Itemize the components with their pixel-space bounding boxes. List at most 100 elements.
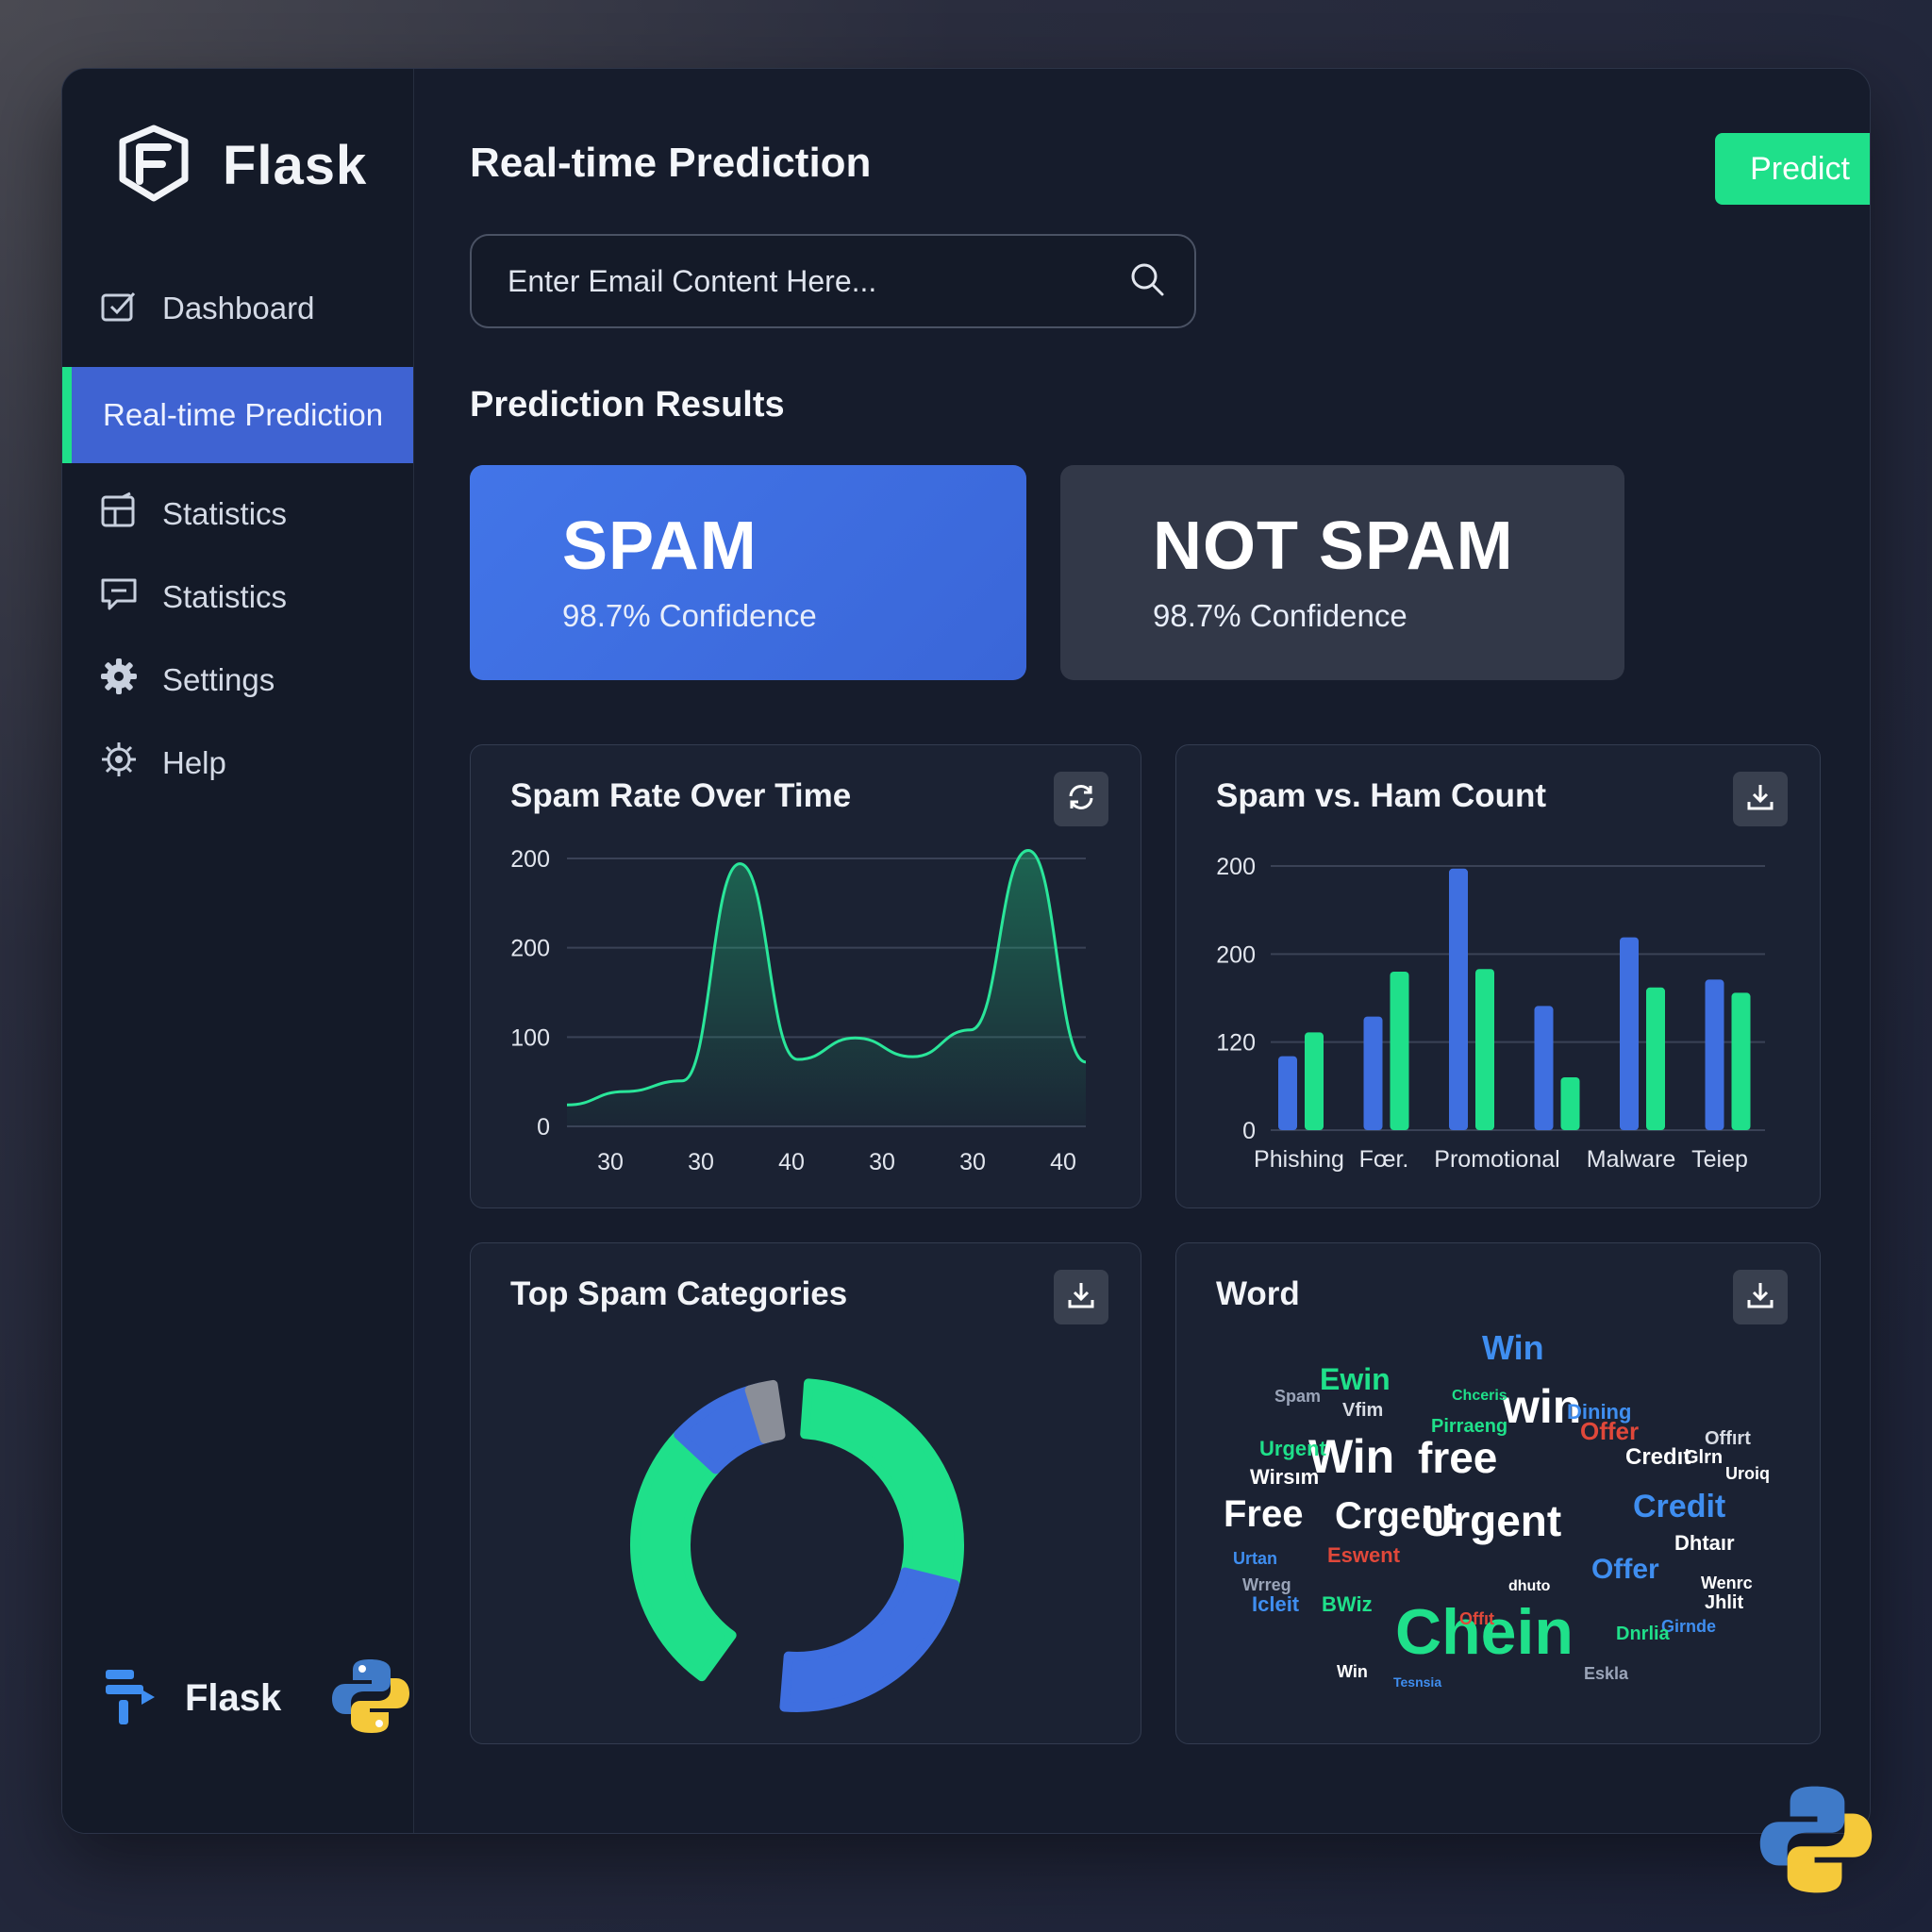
word-cloud-word: free	[1418, 1433, 1497, 1482]
word-cloud-word: Eskla	[1584, 1664, 1629, 1683]
download-icon	[1065, 1279, 1097, 1316]
flask-logo-icon	[111, 121, 196, 210]
y-tick-label: 0	[537, 1114, 550, 1141]
dashboard-icon	[98, 284, 140, 333]
word-cloud-word: Crgent	[1335, 1495, 1457, 1537]
spam-ham-count-card: 0 120 200 200 Phishing Fœr. Promotional Malware…	[1175, 744, 1821, 1208]
y-tick-label: 0	[1242, 1118, 1256, 1144]
sidebar-item-realtime-prediction[interactable]: Real-time Prediction	[62, 367, 413, 463]
word-cloud-word: BWiz	[1322, 1592, 1373, 1616]
sidebar-item-statistics[interactable]: Statistics	[62, 473, 413, 556]
y-tick-label: 200	[1216, 854, 1256, 880]
word-cloud-word: Glrn	[1684, 1447, 1723, 1468]
card-title: Spam Rate Over Time	[510, 777, 852, 814]
bar	[1278, 1056, 1297, 1130]
python-logo-icon	[328, 1654, 413, 1743]
bar	[1305, 1032, 1324, 1130]
x-tick-label: 30	[869, 1149, 895, 1175]
card-title: Top Spam Categories	[510, 1275, 848, 1312]
word-cloud-word: Credit	[1633, 1489, 1725, 1524]
bar	[1534, 1006, 1554, 1130]
word-cloud-word: Win	[1337, 1662, 1368, 1681]
word-cloud-word: Chein	[1395, 1596, 1574, 1668]
sidebar-footer: Flask	[100, 1654, 413, 1743]
word-cloud-word: Jhlit	[1705, 1592, 1743, 1613]
bar	[1560, 1077, 1580, 1130]
page-title: Real-time Prediction	[470, 140, 872, 186]
email-content-input[interactable]	[506, 262, 1128, 300]
word-cloud-word: Vfim	[1342, 1400, 1383, 1421]
word-cloud-word: Chceris	[1452, 1388, 1507, 1404]
word-cloud-word: Free	[1224, 1493, 1304, 1535]
word-cloud-word: Girnde	[1661, 1617, 1716, 1636]
section-title-results: Prediction Results	[470, 385, 785, 425]
word-cloud-word: dhuto	[1508, 1578, 1551, 1594]
category-label: Fœr.	[1359, 1146, 1409, 1173]
category-label: Teiep	[1691, 1146, 1748, 1173]
refresh-button[interactable]	[1054, 772, 1108, 826]
result-card-not-spam: NOT SPAM 98.7% Confidence	[1060, 465, 1624, 680]
y-tick-label: 200	[510, 846, 550, 873]
word-cloud-word: Wenrc	[1701, 1574, 1753, 1592]
y-tick-label: 200	[510, 936, 550, 962]
statistics-icon	[98, 490, 140, 539]
download-button[interactable]	[1733, 772, 1788, 826]
word-cloud-word: Win	[1482, 1328, 1544, 1367]
bar	[1475, 969, 1494, 1130]
category-label: Promotional	[1434, 1146, 1559, 1173]
word-cloud-word: Dnrlia	[1616, 1624, 1671, 1644]
word-cloud-word: Dining	[1567, 1400, 1631, 1424]
sidebar-item-label: Dashboard	[162, 291, 315, 325]
word-cloud-word: Uroiq	[1725, 1464, 1770, 1483]
word-cloud-word: Pirraeng	[1431, 1416, 1507, 1437]
sidebar-item-help[interactable]: Help	[62, 722, 413, 805]
sidebar-item-label: Statistics	[162, 496, 288, 531]
word-cloud-card: Chein Win free Urgent Free Crgent win Win Credit…	[1175, 1242, 1821, 1744]
card-title: Word	[1216, 1275, 1300, 1312]
main-content: Real-time Prediction Predict Prediction …	[413, 69, 1870, 1833]
top-spam-categories-card: Top Spam Categories	[470, 1242, 1141, 1744]
word-cloud-word: Ewin	[1320, 1362, 1391, 1396]
brand[interactable]: Flask	[111, 121, 367, 210]
spam-rate-card: 0 100 200 200 30 30 40 30 30 40 Spam Rate Over Ti…	[470, 744, 1141, 1208]
word-cloud-word: Dhtaır	[1674, 1531, 1735, 1555]
top-spam-categories-chart	[630, 1378, 964, 1712]
flask-mark-icon	[100, 1664, 164, 1733]
word-cloud-word: Offırt	[1705, 1428, 1751, 1449]
bar	[1646, 987, 1665, 1130]
sidebar-item-label: Settings	[162, 662, 275, 697]
category-label: Malware	[1587, 1146, 1675, 1173]
y-tick-label: 200	[1216, 941, 1256, 968]
download-button[interactable]	[1733, 1270, 1788, 1324]
download-icon	[1744, 781, 1776, 818]
app-window: Flask Dashboard Real-time Prediction Sta…	[61, 68, 1871, 1834]
search-icon[interactable]	[1128, 260, 1166, 303]
word-cloud-word: Urgent	[1259, 1437, 1327, 1460]
download-button[interactable]	[1054, 1270, 1108, 1324]
result-card-spam: SPAM 98.7% Confidence	[470, 465, 1026, 680]
x-tick-label: 30	[959, 1149, 986, 1175]
x-tick-label: 40	[778, 1149, 805, 1175]
word-cloud-word: Offer	[1591, 1554, 1659, 1585]
sidebar-item-label: Real-time Prediction	[103, 397, 384, 432]
sidebar-item-settings[interactable]: Settings	[62, 639, 413, 722]
word-cloud-word: Spam	[1274, 1387, 1321, 1406]
sidebar: Flask Dashboard Real-time Prediction Sta…	[62, 69, 414, 1833]
email-content-field[interactable]	[470, 234, 1196, 328]
y-tick-label: 120	[1216, 1030, 1256, 1057]
word-cloud-word: Eswent	[1327, 1543, 1401, 1567]
download-icon	[1744, 1279, 1776, 1316]
sidebar-item-dashboard[interactable]: Dashboard	[62, 267, 413, 350]
gear-icon	[98, 656, 140, 705]
word-cloud-word: Offıt	[1459, 1609, 1494, 1628]
sidebar-item-statistics-2[interactable]: Statistics	[62, 556, 413, 639]
x-tick-label: 30	[597, 1149, 624, 1175]
sidebar-item-label: Statistics	[162, 579, 288, 614]
bar	[1363, 1016, 1383, 1130]
bar	[1390, 972, 1409, 1130]
refresh-icon	[1065, 781, 1097, 818]
word-cloud-word: Wirsım	[1250, 1465, 1319, 1489]
result-label: SPAM	[562, 508, 758, 584]
y-tick-label: 100	[510, 1024, 550, 1051]
predict-button[interactable]: Predict	[1715, 133, 1870, 205]
